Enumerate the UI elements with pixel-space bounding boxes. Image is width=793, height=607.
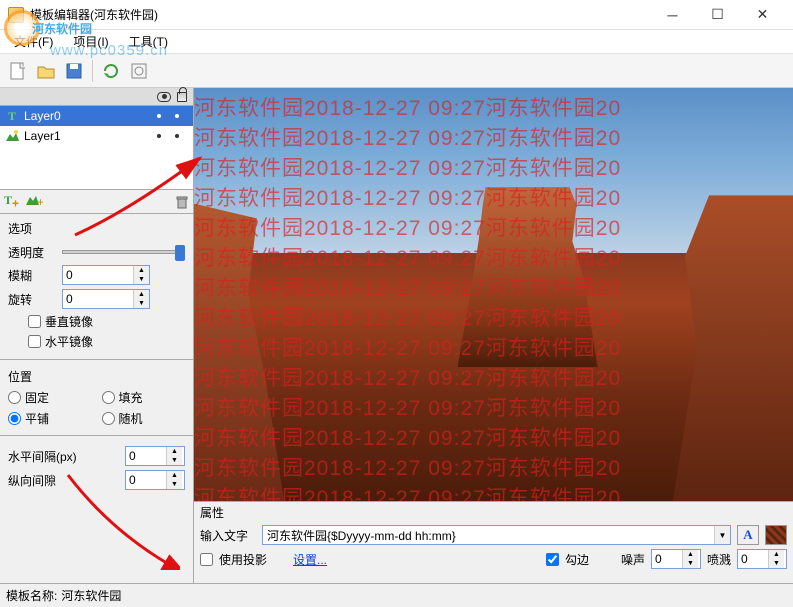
font-button[interactable]: A bbox=[737, 525, 759, 545]
opacity-label: 透明度 bbox=[8, 244, 56, 261]
page-watermark-url: www.pc0359.cn bbox=[50, 42, 168, 59]
blur-input[interactable]: ▲▼ bbox=[62, 265, 150, 285]
pos-tile-radio[interactable] bbox=[8, 412, 21, 425]
options-title: 选项 bbox=[8, 218, 185, 239]
sidebar: T Layer0 Layer1 T+ + 选项 透明度 模糊 ▲▼ bbox=[0, 88, 194, 583]
spray-label: 喷溅 bbox=[707, 551, 731, 568]
vspace-input[interactable]: ▲▼ bbox=[125, 470, 185, 490]
add-text-layer-icon[interactable]: T+ bbox=[4, 193, 19, 210]
minimize-button[interactable]: ─ bbox=[650, 1, 695, 29]
text-layer-icon: T bbox=[4, 108, 20, 124]
hmirror-checkbox[interactable] bbox=[28, 335, 41, 348]
layer-name: Layer1 bbox=[24, 129, 61, 143]
noise-input[interactable]: ▲▼ bbox=[651, 549, 701, 569]
preview-panel: 河东软件园2018-12-27 09:27河东软件园20 河东软件园2018-1… bbox=[194, 88, 793, 583]
layer-toolbar: T+ + bbox=[0, 190, 193, 214]
rotate-label: 旋转 bbox=[8, 291, 56, 308]
text-input-field[interactable]: ▼ bbox=[262, 525, 731, 545]
lock-header-icon bbox=[177, 92, 187, 102]
status-value: 河东软件园 bbox=[61, 587, 121, 604]
shadow-label: 使用投影 bbox=[219, 551, 267, 568]
stroke-label: 勾边 bbox=[565, 551, 589, 568]
preview-canvas[interactable]: 河东软件园2018-12-27 09:27河东软件园20 河东软件园2018-1… bbox=[194, 88, 793, 501]
stroke-checkbox[interactable] bbox=[546, 553, 559, 566]
maximize-button[interactable]: ☐ bbox=[695, 1, 740, 29]
image-layer-icon bbox=[4, 128, 20, 144]
svg-text:+: + bbox=[37, 195, 43, 208]
visibility-header-icon bbox=[157, 92, 171, 102]
layer-list[interactable]: T Layer0 Layer1 bbox=[0, 106, 193, 190]
hspace-label: 水平间隔(px) bbox=[8, 448, 86, 465]
vspace-label: 纵向间隙 bbox=[8, 472, 86, 489]
title-bar: 模板编辑器(河东软件园) ─ ☐ ✕ bbox=[0, 0, 793, 30]
properties-panel: 属性 输入文字 ▼ A 使用投影 设置... 勾边 噪声 ▲▼ 喷溅 ▲▼ bbox=[194, 501, 793, 583]
hmirror-label: 水平镜像 bbox=[45, 333, 93, 350]
blur-label: 模糊 bbox=[8, 267, 56, 284]
rotate-input[interactable]: ▲▼ bbox=[62, 289, 150, 309]
status-bar: 模板名称: 河东软件园 bbox=[0, 583, 793, 607]
layer-row-1[interactable]: Layer1 bbox=[0, 126, 193, 146]
settings-link[interactable]: 设置... bbox=[293, 551, 327, 568]
pos-fill-radio[interactable] bbox=[102, 391, 115, 404]
opacity-slider[interactable] bbox=[62, 243, 185, 261]
close-button[interactable]: ✕ bbox=[740, 1, 785, 29]
zoom-fit-icon[interactable] bbox=[127, 59, 151, 83]
add-image-layer-icon[interactable]: + bbox=[25, 192, 43, 211]
status-label: 模板名称: bbox=[6, 587, 57, 604]
open-icon[interactable] bbox=[34, 59, 58, 83]
refresh-icon[interactable] bbox=[99, 59, 123, 83]
watermark-overlay: 河东软件园2018-12-27 09:27河东软件园20 bbox=[194, 92, 621, 122]
window-title: 模板编辑器(河东软件园) bbox=[30, 6, 158, 23]
text-input-label: 输入文字 bbox=[200, 527, 256, 544]
toolbar bbox=[0, 54, 793, 88]
save-icon[interactable] bbox=[62, 59, 86, 83]
position-title: 位置 bbox=[8, 366, 185, 387]
layer-header bbox=[0, 88, 193, 106]
properties-title: 属性 bbox=[200, 504, 787, 521]
pos-fixed-radio[interactable] bbox=[8, 391, 21, 404]
vmirror-checkbox[interactable] bbox=[28, 315, 41, 328]
spray-input[interactable]: ▲▼ bbox=[737, 549, 787, 569]
delete-layer-icon[interactable] bbox=[175, 195, 189, 209]
layer-name: Layer0 bbox=[24, 109, 61, 123]
vmirror-label: 垂直镜像 bbox=[45, 313, 93, 330]
app-icon bbox=[8, 7, 24, 23]
color-button[interactable] bbox=[765, 525, 787, 545]
layer-row-0[interactable]: T Layer0 bbox=[0, 106, 193, 126]
noise-label: 噪声 bbox=[621, 551, 645, 568]
text-dropdown-icon[interactable]: ▼ bbox=[714, 526, 730, 544]
shadow-checkbox[interactable] bbox=[200, 553, 213, 566]
new-icon[interactable] bbox=[6, 59, 30, 83]
hspace-input[interactable]: ▲▼ bbox=[125, 446, 185, 466]
pos-random-radio[interactable] bbox=[102, 412, 115, 425]
